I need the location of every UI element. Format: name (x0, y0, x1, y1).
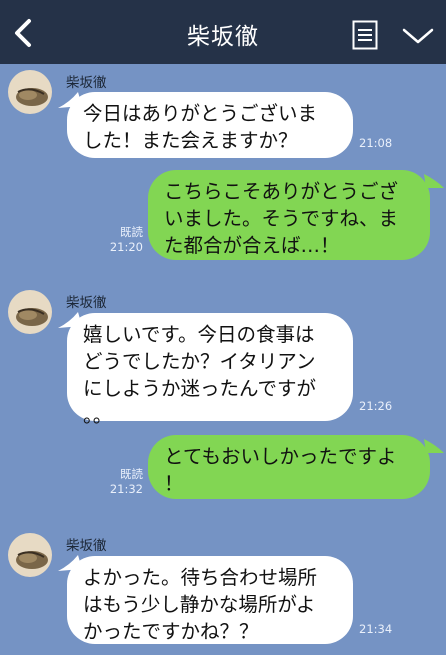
message-bubble[interactable]: 今日はありがとうございま した！また会えますか？ (67, 92, 353, 158)
chevron-down-icon[interactable] (402, 27, 434, 45)
message-bubble[interactable]: 嬉しいです。今日の食事は どうでしたか？イタリアン にしようか迷ったんですが 。… (67, 313, 353, 427)
read-receipt: 既読 21:20 (109, 225, 143, 254)
avatar[interactable] (8, 70, 52, 114)
read-receipt: 既読 21:32 (109, 467, 143, 496)
sender-name: 柴坂徹 (66, 75, 107, 91)
message-time: 21:08 (359, 136, 393, 150)
avatar[interactable] (8, 533, 52, 577)
notes-icon[interactable] (352, 20, 378, 50)
sender-name: 柴坂徹 (66, 295, 107, 311)
sender-name: 柴坂徹 (66, 538, 107, 554)
chat-title: 柴坂徹 (187, 24, 259, 50)
message-bubble[interactable]: こちらこそありがとうござ いました。そうですね、ま た都合が合えば…！ (148, 170, 430, 260)
avatar[interactable] (8, 290, 52, 334)
chat-header: 柴坂徹 (0, 0, 446, 64)
message-time: 21:34 (359, 622, 393, 636)
chevron-left-icon[interactable] (8, 16, 38, 50)
message-bubble[interactable]: よかった。待ち合わせ場所 はもう少し静かな場所がよ かったですかね？？ (67, 556, 353, 644)
message-time: 21:26 (359, 399, 393, 413)
message-bubble[interactable]: とてもおいしかったですよ ！ (148, 435, 430, 499)
